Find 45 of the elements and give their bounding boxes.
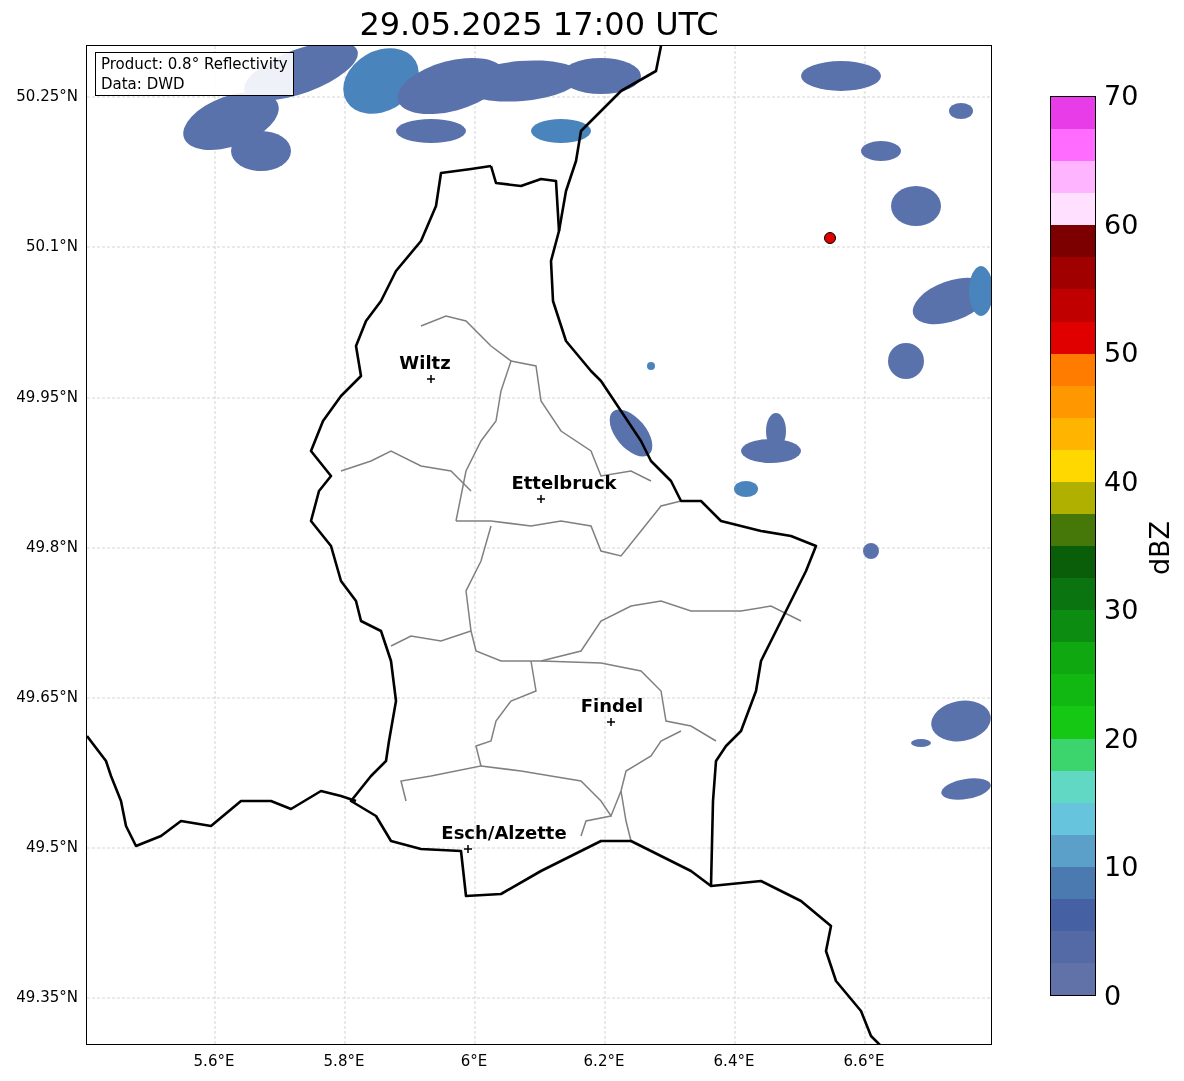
latitude-label: 50.25°N — [16, 87, 78, 105]
latitude-label: 50.1°N — [25, 237, 78, 255]
longitude-label: 6°E — [459, 1052, 489, 1070]
city-marker-icon — [426, 374, 436, 384]
latitude-label: 49.95°N — [16, 388, 78, 406]
longitude-label: 5.8°E — [322, 1052, 366, 1070]
radar-echo — [888, 343, 924, 379]
radar-echo — [396, 119, 466, 143]
radar-echo — [647, 362, 655, 370]
radar-echo — [949, 103, 973, 119]
latitude-label: 49.5°N — [25, 838, 78, 856]
info-text: Product: 0.8° Reflectivity — [101, 54, 288, 74]
latitude-label: 49.35°N — [16, 988, 78, 1006]
city-marker-icon — [536, 494, 546, 504]
radar-echo — [941, 778, 991, 800]
colorbar-tick-label: 60 — [1104, 209, 1139, 240]
city-label: Wiltz — [399, 352, 451, 373]
longitude-label: 5.6°E — [192, 1052, 236, 1070]
colorbar-tick-label: 70 — [1104, 81, 1139, 111]
city-label: Findel — [580, 695, 644, 716]
colorbar-tick-label: 20 — [1104, 723, 1139, 754]
colorbar-tick-label: 30 — [1104, 595, 1139, 626]
map-title: 29.05.2025 17:00 UTC — [358, 4, 720, 44]
city-marker-icon — [606, 717, 616, 727]
colorbar-tick-label: 40 — [1104, 466, 1139, 497]
radar-echo — [863, 543, 879, 559]
city-label: Esch/Alzette — [441, 822, 567, 843]
city-marker-icon — [463, 844, 473, 854]
radar-echo — [531, 119, 591, 143]
info-text: Data: DWD — [101, 74, 186, 94]
colorbar-tick-label: 10 — [1104, 852, 1139, 883]
radar-echo — [891, 186, 941, 226]
longitude-label: 6.4°E — [712, 1052, 756, 1070]
colorbar-label: dBZ — [1144, 519, 1176, 578]
latitude-label: 49.65°N — [16, 688, 78, 706]
colorbar-tick-label: 0 — [1104, 981, 1122, 1011]
radar-echo — [861, 141, 901, 161]
radar-site-marker — [824, 232, 836, 244]
radar-echo — [609, 409, 653, 457]
latitude-label: 49.8°N — [25, 538, 78, 556]
longitude-label: 6.6°E — [842, 1052, 886, 1070]
longitude-label: 6.2°E — [582, 1052, 626, 1070]
radar-echo — [734, 481, 758, 497]
colorbar-tick-label: 50 — [1104, 338, 1139, 369]
city-label: Ettelbruck — [511, 472, 617, 493]
